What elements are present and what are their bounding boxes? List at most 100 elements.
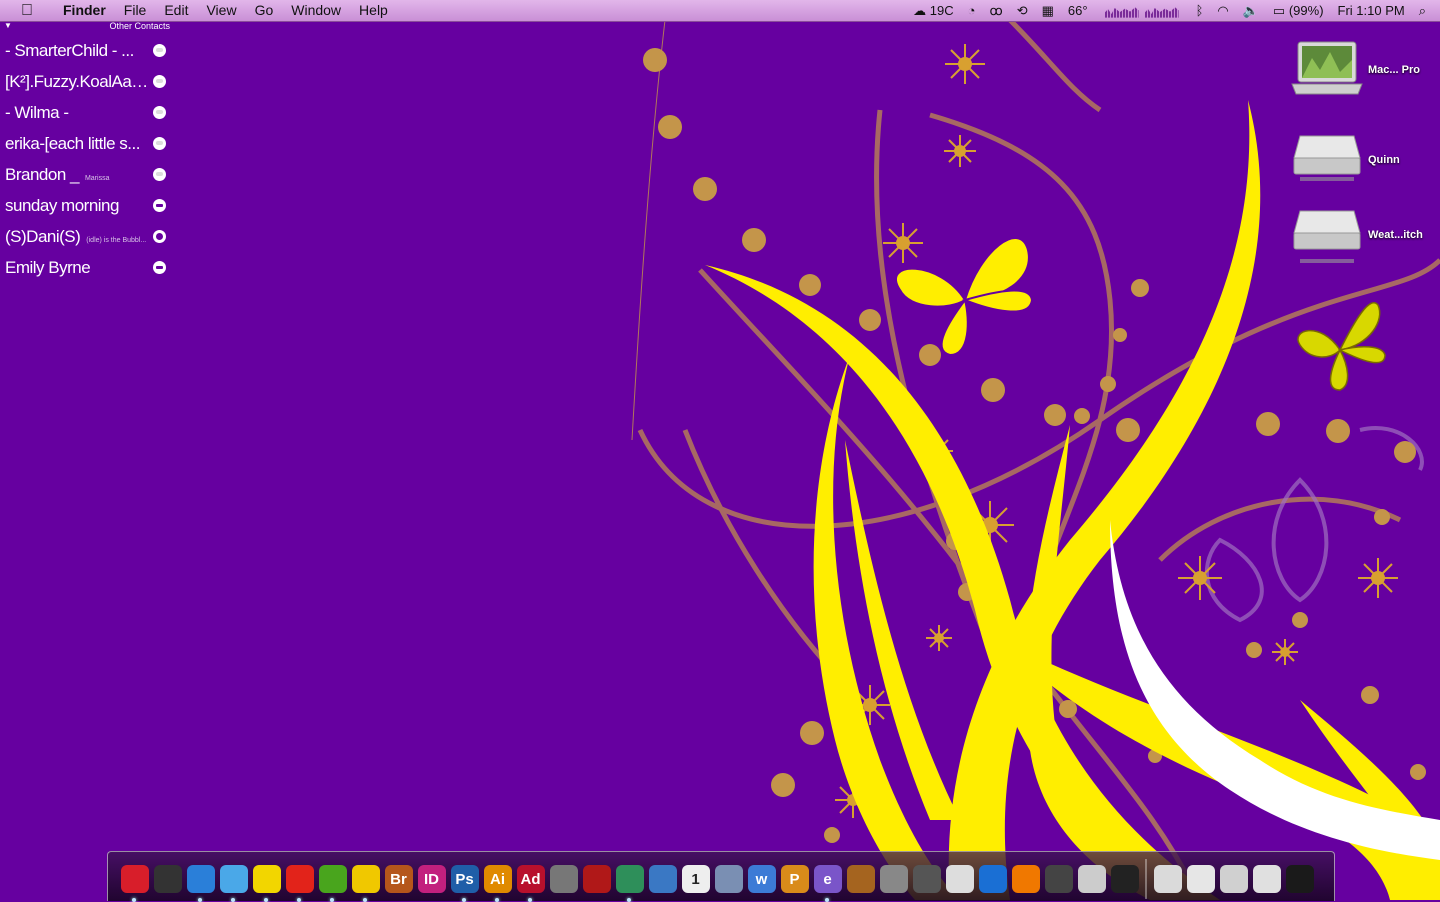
buddy-item[interactable]: Emily Byrne: [0, 253, 172, 284]
buddy-group-label: Other Contacts: [109, 21, 170, 31]
dock-item-stack-5[interactable]: [1217, 863, 1250, 896]
dock-item-acrobat[interactable]: Ad: [514, 863, 547, 902]
temperature-menu-extra[interactable]: 66°: [1061, 0, 1095, 21]
dock-item-safari[interactable]: [184, 863, 217, 902]
menu-window[interactable]: Window: [282, 0, 350, 21]
menu-bar:  Finder File Edit View Go Window Help ☁…: [0, 0, 1440, 22]
dock-item-entourage[interactable]: e: [811, 863, 844, 902]
dock-item-stack-2[interactable]: [1108, 863, 1141, 896]
battery-menu-extra[interactable]: ▭ (99%): [1266, 0, 1331, 21]
menu-app-finder[interactable]: Finder: [54, 0, 115, 21]
buddy-item[interactable]: Brandon _ Marissa: [0, 160, 172, 191]
dock-item-image-capture[interactable]: [877, 863, 910, 896]
dock-item-textedit[interactable]: [943, 863, 976, 896]
stack-5-icon: [1219, 865, 1248, 893]
desktop-icon-quinn[interactable]: Quinn: [1290, 130, 1430, 200]
dock-item-dashboard[interactable]: [151, 863, 184, 896]
dock-item-ical[interactable]: 1: [679, 863, 712, 896]
dock-item-stack-4[interactable]: [1184, 863, 1217, 896]
idle-status-icon: [153, 230, 166, 243]
quicktime-icon: [351, 865, 380, 893]
garageband-icon: [846, 865, 875, 893]
spotlight-search-icon[interactable]: ⌕: [1412, 0, 1440, 21]
dock-item-adium[interactable]: [250, 863, 283, 902]
buddy-name: sunday morning: [5, 196, 119, 215]
stack-1-icon: [1077, 865, 1106, 893]
desktop-icon-macbook-pro[interactable]: Mac... Pro: [1290, 40, 1430, 110]
buddy-item[interactable]: sunday morning: [0, 191, 172, 222]
buddy-item[interactable]: [K²].Fuzzy.KoalAaaaa: [0, 67, 172, 98]
memory-graph-icon: [1104, 7, 1139, 18]
dock-item-stack-1[interactable]: [1075, 863, 1108, 896]
terminal-icon: [1044, 865, 1073, 893]
photo-booth-icon: [582, 865, 611, 893]
quicksilver-icon: [978, 865, 1007, 893]
dock-item-camera[interactable]: [910, 863, 943, 896]
away-status-icon: [153, 261, 166, 274]
dock-item-indesign[interactable]: ID: [415, 863, 448, 896]
system-preferences-icon: [549, 865, 578, 893]
menu-view[interactable]: View: [197, 0, 245, 21]
volume-icon[interactable]: 🔈: [1236, 0, 1266, 21]
bluetooth-icon[interactable]: ᛒ: [1189, 0, 1211, 21]
lastfm-icon[interactable]: ꝏ: [982, 0, 1009, 21]
dock-item-illustrator[interactable]: Ai: [481, 863, 514, 902]
buddy-item[interactable]: - SmarterChild - ...: [0, 36, 172, 67]
buddy-name: [K²].Fuzzy.KoalAaaaa: [5, 72, 150, 91]
dock-item-system-preferences[interactable]: [547, 863, 580, 896]
dock-item-photo-booth[interactable]: [580, 863, 613, 896]
buddy-list: - SmarterChild - ... [K²].Fuzzy.KoalAaaa…: [0, 36, 172, 284]
sync-icon[interactable]: ⟲: [1010, 0, 1035, 21]
dock-item-quicksilver[interactable]: [976, 863, 1009, 896]
dock-item-stack-6[interactable]: [1250, 863, 1283, 896]
safari-icon: [186, 865, 215, 893]
dock-item-terminal[interactable]: [1042, 863, 1075, 896]
desktop-icon-weather-switch[interactable]: Weat...itch: [1290, 205, 1430, 275]
buddy-group-header[interactable]: ▼ Other Contacts: [0, 20, 172, 32]
vlc-icon: [1011, 865, 1040, 893]
buddy-item[interactable]: erika-[each little s...: [0, 129, 172, 160]
spaces-icon[interactable]: ▦: [1035, 0, 1061, 21]
menu-file[interactable]: File: [115, 0, 156, 21]
wifi-icon[interactable]: ◠: [1210, 0, 1235, 21]
dock-item-lastfm[interactable]: [283, 863, 316, 902]
word-icon: w: [747, 865, 776, 893]
menu-go[interactable]: Go: [246, 0, 283, 21]
dashboard-icon: [153, 865, 182, 893]
buddy-name: - Wilma -: [5, 103, 69, 122]
dock-icons: Br ID Ps Ai Ad 1 w Pe: [118, 859, 1316, 902]
dock-item-trash[interactable]: [1283, 863, 1316, 896]
dock-item-bridge[interactable]: Br: [382, 863, 415, 896]
clock[interactable]: Fri 1:10 PM: [1331, 0, 1412, 21]
disclosure-triangle-icon[interactable]: ▼: [4, 21, 12, 30]
dock-item-finder[interactable]: [118, 863, 151, 902]
cpu-meter-icon[interactable]: [1095, 0, 1189, 21]
dock-item-garageband[interactable]: [844, 863, 877, 896]
menu-help[interactable]: Help: [350, 0, 397, 21]
buddy-item[interactable]: (S)Dani(S) (idle) is the Bubbl...: [0, 222, 172, 253]
preview-icon: [648, 865, 677, 893]
adium-icon: [252, 865, 281, 893]
gauge-icon[interactable]: ◔: [961, 0, 983, 21]
apple-logo-icon[interactable]: : [0, 2, 54, 20]
dock-item-powerpoint[interactable]: P: [778, 863, 811, 896]
chat-bubble-icon: [153, 168, 166, 181]
weather-menu-extra[interactable]: ☁ 19C: [906, 0, 960, 21]
dock-item-word[interactable]: w: [745, 863, 778, 896]
dock-item-tetris[interactable]: [613, 863, 646, 902]
dock-item-iphoto[interactable]: [712, 863, 745, 896]
textedit-icon: [945, 865, 974, 893]
dock-item-itunes[interactable]: [217, 863, 250, 902]
itunes-icon: [219, 865, 248, 893]
menu-edit[interactable]: Edit: [155, 0, 197, 21]
chat-bubble-icon: [153, 106, 166, 119]
dock-item-quicktime[interactable]: [349, 863, 382, 902]
buddy-item[interactable]: - Wilma -: [0, 98, 172, 129]
finder-icon: [120, 865, 149, 893]
dock-item-vlc[interactable]: [1009, 863, 1042, 896]
dock-item-utorrent[interactable]: [316, 863, 349, 902]
dock-item-preview[interactable]: [646, 863, 679, 896]
dock-item-stack-3[interactable]: [1151, 863, 1184, 896]
hard-drive-icon: [1293, 135, 1361, 181]
dock-item-photoshop[interactable]: Ps: [448, 863, 481, 902]
